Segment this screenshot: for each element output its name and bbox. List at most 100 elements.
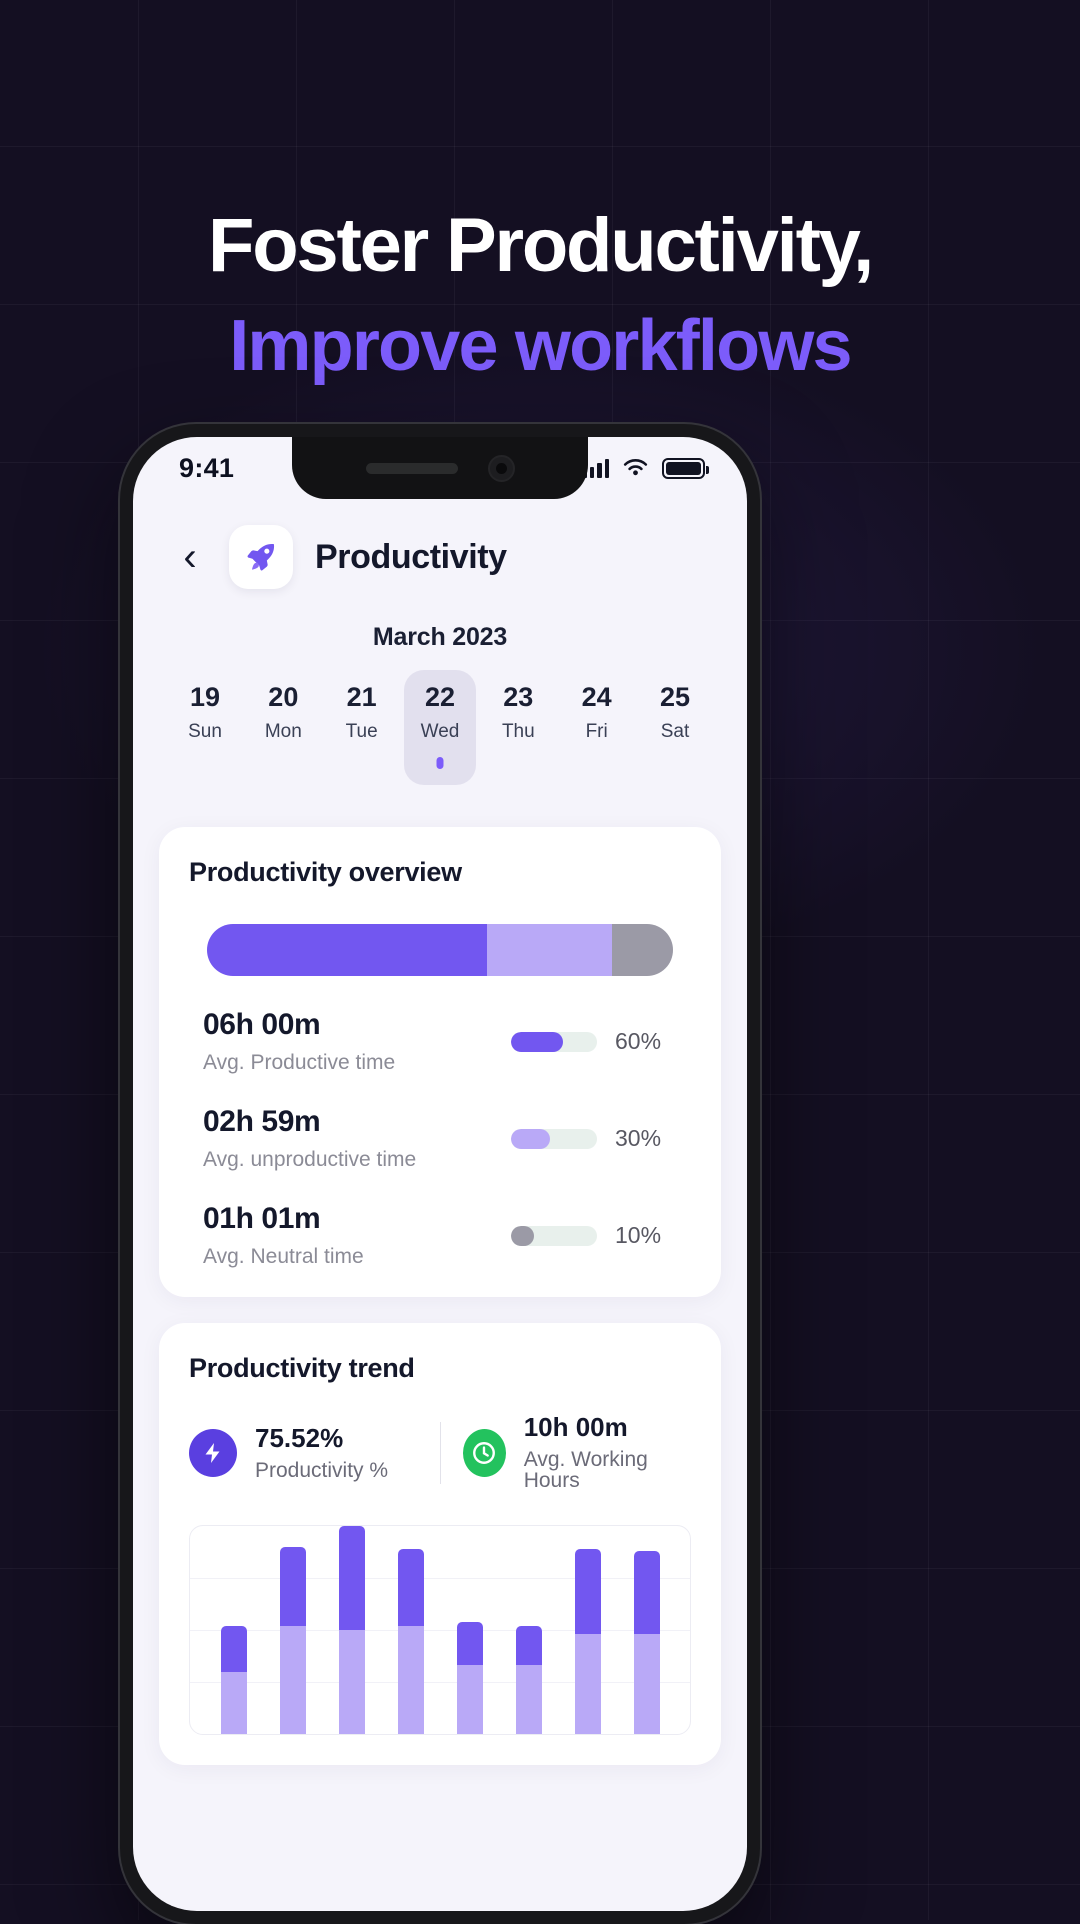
metric-percent: 10% bbox=[615, 1222, 677, 1249]
date-weekday: Fri bbox=[561, 722, 633, 741]
stacked-bar-unproductive bbox=[487, 924, 613, 976]
status-icons bbox=[582, 458, 705, 479]
trend-stats: 75.52% Productivity % 10h 00m Avg. Working … bbox=[189, 1414, 691, 1491]
metric-value: 02h 59m bbox=[203, 1107, 511, 1137]
metric-left: 06h 00m Avg. Productive time bbox=[203, 1010, 511, 1073]
date-number: 25 bbox=[639, 684, 711, 711]
metric-percent: 60% bbox=[615, 1028, 677, 1055]
app-header: ‹ Productivity bbox=[133, 499, 747, 589]
chart-bar-unproductive bbox=[634, 1634, 660, 1734]
metric-list: 06h 00m Avg. Productive time 60% 02h 59m Avg… bbox=[189, 1010, 691, 1267]
chart-bar-productive bbox=[575, 1549, 601, 1634]
productivity-overview-card: Productivity overview 06h 00m Avg. Produc… bbox=[159, 827, 721, 1297]
date-number: 22 bbox=[404, 684, 476, 711]
metric-progress-fill bbox=[511, 1226, 534, 1246]
chart-bar-unproductive bbox=[280, 1626, 306, 1734]
date-cell[interactable]: 23 Thu bbox=[482, 670, 554, 785]
date-cell[interactable]: 22 Wed bbox=[404, 670, 476, 785]
chevron-left-icon[interactable]: ‹ bbox=[173, 537, 207, 577]
metric-progress-track bbox=[511, 1226, 597, 1246]
date-weekday: Mon bbox=[247, 722, 319, 741]
chart-bar-group bbox=[280, 1526, 306, 1734]
trend-stat: 10h 00m Avg. Working Hours bbox=[463, 1414, 692, 1491]
date-picker: March 2023 19Sun20 Mon 21 Tue 22 Wed 23 Thu 24 Fr… bbox=[133, 589, 747, 785]
date-number: 20 bbox=[247, 684, 319, 711]
trend-stat-value: 75.52% bbox=[255, 1425, 388, 1451]
date-number: 24 bbox=[561, 684, 633, 711]
date-weekday: Thu bbox=[482, 722, 554, 741]
selected-date-dot bbox=[436, 757, 443, 769]
date-cell[interactable]: 21 Tue bbox=[326, 670, 398, 785]
chart-bar-unproductive bbox=[221, 1672, 247, 1734]
overview-card-title: Productivity overview bbox=[189, 857, 691, 888]
metric-left: 01h 01m Avg. Neutral time bbox=[203, 1204, 511, 1267]
metric-right: 60% bbox=[511, 1028, 677, 1055]
phone-screen: 9:41 ‹ Pr bbox=[133, 437, 747, 1911]
metric-left: 02h 59m Avg. unproductive time bbox=[203, 1107, 511, 1170]
date-row: 19Sun20 Mon 21 Tue 22 Wed 23 Thu 24 Fri 25 Sat bbox=[133, 652, 747, 785]
metric-label: Avg. Productive time bbox=[203, 1052, 511, 1073]
phone-mockup: 9:41 ‹ Pr bbox=[120, 424, 760, 1924]
trend-stat-text: 10h 00m Avg. Working Hours bbox=[524, 1414, 691, 1491]
trend-stat-label: Avg. Working Hours bbox=[524, 1449, 691, 1491]
clock-icon bbox=[463, 1429, 506, 1477]
metric-label: Avg. unproductive time bbox=[203, 1149, 511, 1170]
chart-bar-unproductive bbox=[575, 1634, 601, 1734]
chart-bar-unproductive bbox=[516, 1665, 542, 1734]
rocket-glyph-icon bbox=[243, 539, 279, 575]
date-cell[interactable]: 19Sun bbox=[169, 670, 241, 785]
metric-right: 30% bbox=[511, 1125, 677, 1152]
chart-bar-group bbox=[339, 1526, 365, 1734]
chart-bar-productive bbox=[457, 1622, 483, 1666]
date-number: 21 bbox=[326, 684, 398, 711]
date-weekday: Sat bbox=[639, 722, 711, 741]
chart-bar-group bbox=[516, 1526, 542, 1734]
chart-bar-unproductive bbox=[398, 1626, 424, 1734]
hero-line-1: Foster Productivity, bbox=[0, 208, 1080, 284]
date-weekday: Tue bbox=[326, 722, 398, 741]
metric-value: 01h 01m bbox=[203, 1204, 511, 1234]
trend-stat-value: 10h 00m bbox=[524, 1414, 691, 1440]
metric-progress-fill bbox=[511, 1032, 563, 1052]
date-cell[interactable]: 25 Sat bbox=[639, 670, 711, 785]
hero-headline: Foster Productivity, Improve workflows bbox=[0, 208, 1080, 382]
trend-stat-label: Productivity % bbox=[255, 1460, 388, 1481]
stat-divider bbox=[440, 1422, 441, 1484]
metric-progress-fill bbox=[511, 1129, 550, 1149]
productivity-stacked-bar bbox=[207, 924, 673, 976]
date-cell[interactable]: 24 Fri bbox=[561, 670, 633, 785]
battery-full-icon bbox=[662, 458, 705, 479]
status-time: 9:41 bbox=[179, 453, 234, 484]
chart-bars bbox=[190, 1526, 690, 1734]
metric-label: Avg. Neutral time bbox=[203, 1246, 511, 1267]
month-label: March 2023 bbox=[133, 623, 747, 652]
metric-progress-track bbox=[511, 1032, 597, 1052]
rocket-icon bbox=[229, 525, 293, 589]
chart-bar-unproductive bbox=[339, 1630, 365, 1734]
front-camera-icon bbox=[488, 455, 515, 482]
hero-line-2: Improve workflows bbox=[0, 310, 1080, 382]
trend-stat-text: 75.52% Productivity % bbox=[255, 1425, 388, 1481]
chart-bar-productive bbox=[516, 1626, 542, 1666]
date-number: 23 bbox=[482, 684, 554, 711]
wifi-icon bbox=[622, 458, 649, 478]
stacked-bar-productive bbox=[207, 924, 487, 976]
date-number: 19 bbox=[169, 684, 241, 711]
metric-row: 06h 00m Avg. Productive time 60% bbox=[189, 1010, 691, 1073]
trend-bar-chart bbox=[189, 1525, 691, 1735]
chart-bar-group bbox=[457, 1526, 483, 1734]
metric-right: 10% bbox=[511, 1222, 677, 1249]
date-weekday: Wed bbox=[404, 722, 476, 741]
stacked-bar-neutral bbox=[612, 924, 673, 976]
chart-bar-productive bbox=[634, 1551, 660, 1634]
metric-percent: 30% bbox=[615, 1125, 677, 1152]
productivity-trend-card: Productivity trend 75.52%Productivity %1… bbox=[159, 1323, 721, 1765]
chart-bar-productive bbox=[398, 1549, 424, 1626]
date-cell[interactable]: 20 Mon bbox=[247, 670, 319, 785]
chart-bar-group bbox=[398, 1526, 424, 1734]
bolt-icon bbox=[189, 1429, 237, 1477]
chart-bar-productive bbox=[339, 1526, 365, 1630]
speaker-grille-icon bbox=[366, 463, 458, 474]
chart-bar-group bbox=[634, 1526, 660, 1734]
metric-value: 06h 00m bbox=[203, 1010, 511, 1040]
